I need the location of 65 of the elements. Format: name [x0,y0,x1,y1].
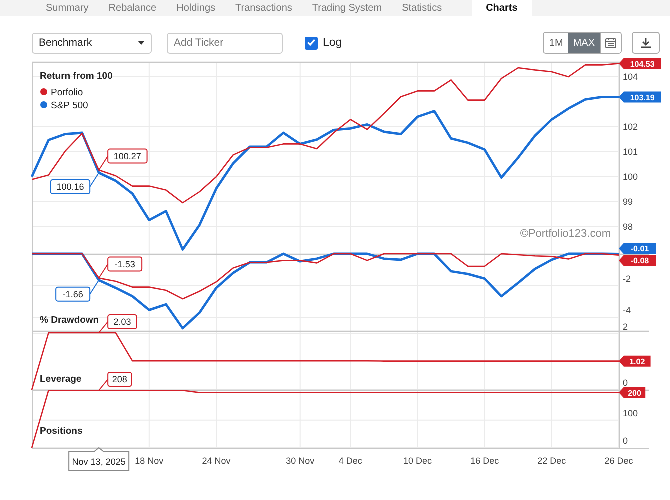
axis-tick-label: 22 Dec [538,456,566,466]
axis-tick-label: 100 [623,408,638,418]
value-flag: 103.19 [619,92,662,103]
legend-label[interactable]: S&P 500 [51,100,88,112]
annotation: 100.16 [56,182,84,192]
axis-tick-label: 0 [623,378,628,388]
log-checkbox[interactable] [305,36,318,50]
tab[interactable]: Statistics [392,0,452,16]
axis-tick-label: -2 [623,274,632,284]
axis-tick-label: -4 [623,306,632,316]
value-tooltip: 2.03 [98,314,138,334]
value-flag: 1.02 [619,356,651,367]
value-tooltip: 100.27 [98,148,148,171]
date-tooltip: Nov 13, 2025 [68,447,130,472]
value-flag: 104.53 [619,58,662,70]
download-button[interactable] [632,32,660,54]
axis-tick-label: 18 Nov [135,456,164,466]
value-tooltip: -1.53 [98,256,143,279]
value-tooltip: 100.16 [50,172,100,194]
annotation: 208 [112,374,128,385]
tab[interactable]: Holdings [166,0,226,16]
checkmark-icon [307,39,316,47]
tab[interactable]: Charts [472,0,532,16]
range-button[interactable]: MAX [568,33,600,53]
value-tooltip: -1.66 [56,280,100,302]
axis-tick-label: 26 Dec [604,456,634,466]
log-label: Log [323,37,342,49]
legend-label[interactable]: Porfolio [51,88,84,98]
x-tick-label: Nov 13, 2025 [72,457,126,467]
axis-tick-label: 24 Nov [202,456,231,466]
axis-tick-label: 4 Dec [338,456,362,466]
annotation: 2.03 [114,316,132,327]
annotation: 100.27 [114,151,142,162]
download-icon [640,37,652,49]
annotation: -1.66 [62,289,84,300]
calendar-button[interactable] [600,33,621,53]
axis-tick-label: 10 Dec [403,456,432,466]
axis-tick-label: 101 [623,147,638,157]
value-flag: 200 [619,387,646,398]
axis-tick-label: 104 [623,72,638,82]
value-tooltip: 208 [98,372,132,392]
axis-tick-label: 98 [623,222,634,232]
annotation: -1.53 [114,259,136,270]
axis-tick-label: 102 [623,122,638,132]
calendar-icon [605,37,617,49]
tab[interactable]: Transactions [226,0,302,16]
chart-title: Positions [40,426,83,437]
axis-tick-label: 2 [623,322,628,332]
axis-tick-label: 100 [623,172,638,182]
tab[interactable]: Summary [36,0,99,16]
caret-icon [138,41,145,45]
ticker-input-field[interactable]: Add Ticker [167,32,283,54]
axis-tick-label: 99 [623,197,634,207]
chart-title: Return from 100 [40,71,113,82]
tab[interactable]: Trading System [302,0,392,16]
axis-tick-label: 16 Dec [470,456,500,466]
axis-tick-label: 30 Nov [286,456,315,466]
tab[interactable]: Rebalance [98,0,167,16]
value-flag: -0.01 [619,243,656,254]
benchmark-select[interactable]: Benchmark [32,32,152,54]
axis-tick-label: 0 [623,436,628,446]
credit-text: ©Portfolio123.com [520,228,611,240]
chart-title: % Drawdown [40,315,100,326]
chart-title: Leverage [40,374,82,385]
value-flag: -0.08 [619,255,656,266]
